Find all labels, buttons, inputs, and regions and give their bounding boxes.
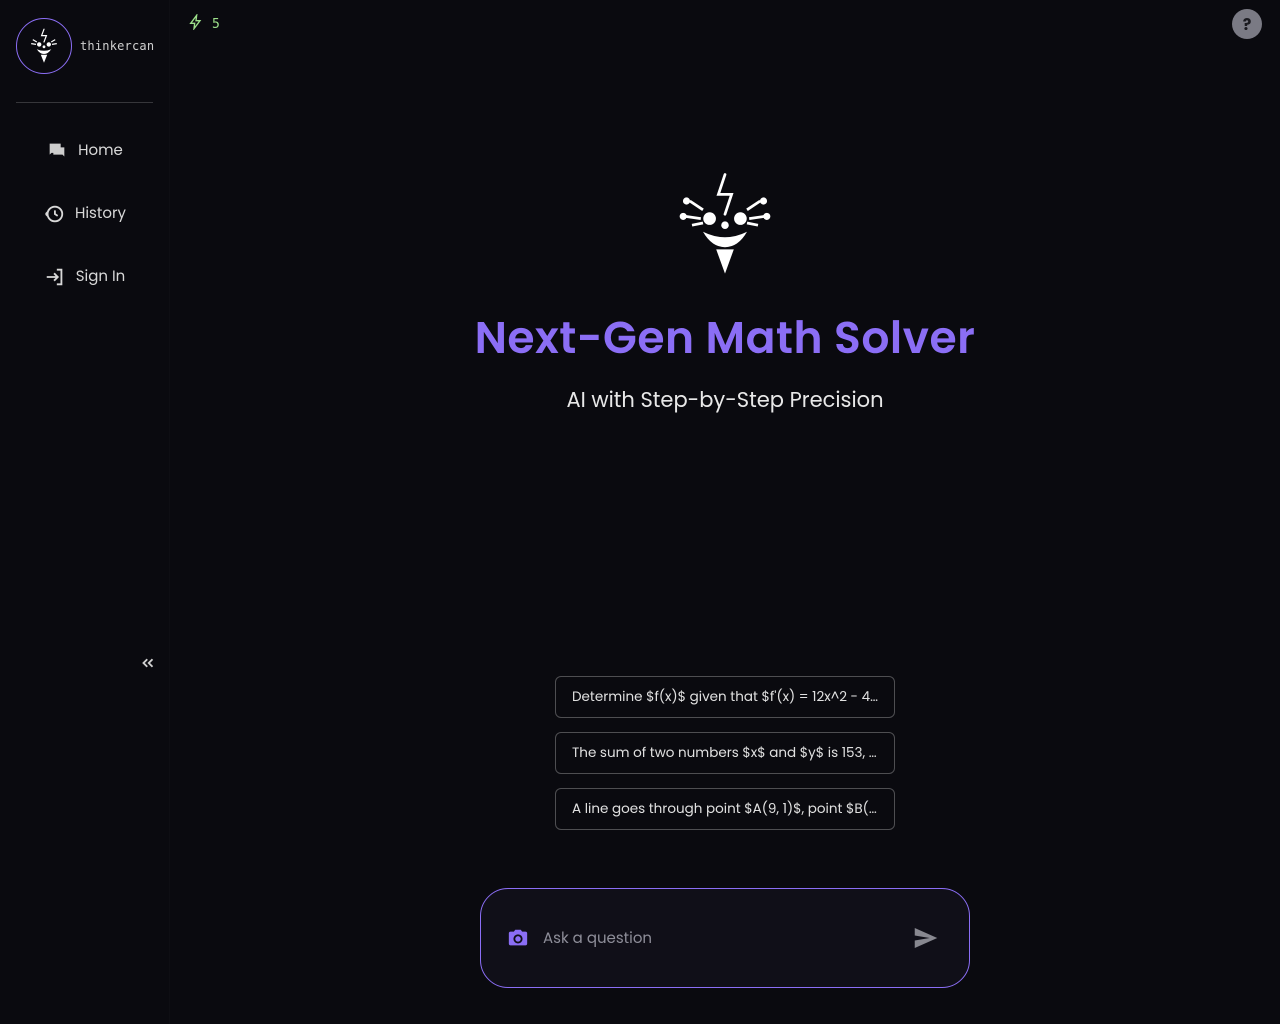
brand-name: thinkercan	[80, 39, 154, 53]
sidebar-divider	[16, 102, 153, 103]
credits-counter[interactable]: 5	[188, 14, 220, 34]
camera-icon[interactable]	[507, 927, 529, 949]
hero-logo	[670, 168, 780, 278]
sidebar-item-home[interactable]: Home	[10, 133, 159, 168]
page-subtitle: AI with Step-by-Step Precision	[566, 385, 883, 416]
collapse-sidebar-button[interactable]	[137, 652, 159, 674]
sidebar-item-label: Sign In	[76, 265, 126, 288]
suggestion-item[interactable]: The sum of two numbers $x$ and $y$ is 15…	[555, 732, 895, 774]
main-content: 5 ? Next-Gen Math Solver AI with Step-by	[170, 0, 1280, 1024]
sidebar-item-history[interactable]: History	[10, 196, 159, 231]
brand-logo-icon	[670, 168, 780, 278]
sidebar-header: thinkercan	[0, 0, 169, 74]
avatar[interactable]	[16, 18, 72, 74]
topbar: 5 ?	[170, 0, 1280, 48]
bolt-icon	[188, 14, 204, 34]
chat-icon	[46, 140, 68, 162]
credits-value: 5	[212, 17, 220, 32]
hero-section: Next-Gen Math Solver AI with Step-by-Ste…	[170, 48, 1280, 1024]
sidebar: thinkercan Home History	[0, 0, 170, 1024]
sidebar-nav: Home History Sign In	[0, 133, 169, 294]
sidebar-item-label: History	[75, 202, 126, 225]
sidebar-item-signin[interactable]: Sign In	[10, 259, 159, 294]
suggestion-item[interactable]: Determine $f(x)$ given that $f'(x) = 12x…	[555, 676, 895, 718]
question-input[interactable]	[543, 927, 895, 950]
send-button[interactable]	[909, 921, 943, 955]
send-icon	[911, 923, 941, 953]
question-input-container	[480, 888, 970, 988]
help-icon: ?	[1243, 12, 1252, 37]
brand-logo-icon	[24, 26, 64, 66]
help-button[interactable]: ?	[1232, 9, 1262, 39]
suggestion-list: Determine $f(x)$ given that $f'(x) = 12x…	[555, 676, 895, 830]
signin-icon	[44, 266, 66, 288]
history-icon	[43, 203, 65, 225]
sidebar-item-label: Home	[78, 139, 123, 162]
page-title: Next-Gen Math Solver	[475, 306, 976, 371]
chevron-double-left-icon	[139, 654, 157, 672]
suggestion-item[interactable]: A line goes through point $A(9, 1)$, poi…	[555, 788, 895, 830]
